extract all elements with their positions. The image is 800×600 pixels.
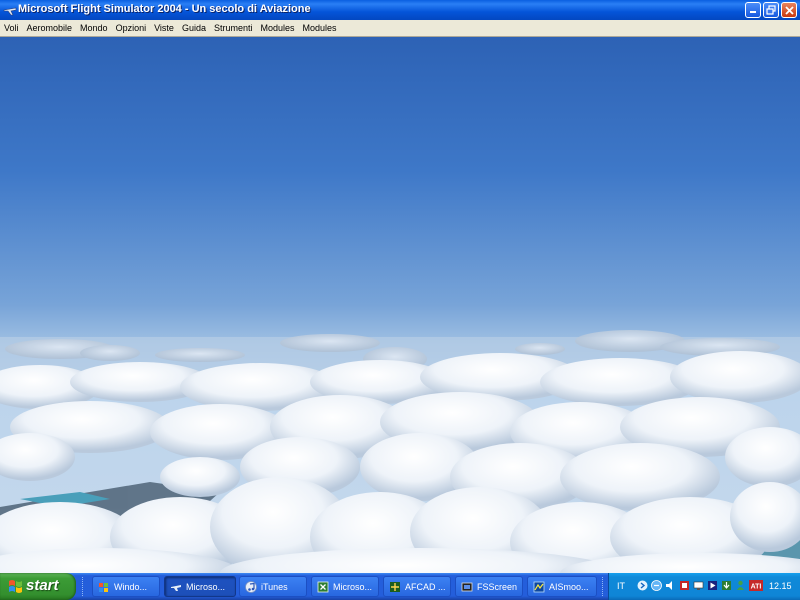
task-fsscreen[interactable]: FSScreen (455, 576, 523, 597)
update-icon[interactable] (721, 580, 732, 591)
taskbar-separator (82, 577, 85, 596)
start-label: start (26, 577, 59, 594)
flight-viewport[interactable] (0, 37, 800, 573)
task-excel[interactable]: Microso... (311, 576, 379, 597)
flight-simulator-icon (171, 584, 181, 591)
menu-modules-1[interactable]: Modules (257, 20, 299, 36)
menu-strumenti[interactable]: Strumenti (210, 20, 257, 36)
messenger-icon[interactable] (735, 580, 746, 591)
speaker-icon[interactable] (665, 580, 676, 591)
itunes-icon (245, 580, 257, 593)
minimize-icon (750, 11, 756, 13)
ati-icon[interactable]: ATI (749, 580, 763, 591)
menu-aeromobile[interactable]: Aeromobile (23, 20, 77, 36)
restore-button[interactable] (763, 2, 779, 18)
afcad-icon (390, 581, 400, 592)
flight-simulator-app-icon[interactable] (3, 3, 17, 17)
aismooth-icon (533, 581, 545, 592)
windows-explorer-icon (99, 582, 108, 592)
task-itunes[interactable]: iTunes (239, 576, 307, 597)
display-icon[interactable] (693, 580, 704, 591)
taskbar-separator (602, 577, 605, 596)
menu-mondo[interactable]: Mondo (76, 20, 112, 36)
task-aismooth[interactable]: AISmoo... (527, 576, 597, 597)
fsscreen-icon (461, 582, 473, 591)
window-title: Microsoft Flight Simulator 2004 - Un sec… (18, 3, 311, 15)
close-icon (784, 5, 794, 15)
minimize-button[interactable] (745, 2, 761, 18)
language-indicator[interactable]: IT (617, 581, 625, 591)
task-windows-explorer[interactable]: Windo... (92, 576, 160, 597)
title-bar: Microsoft Flight Simulator 2004 - Un sec… (0, 0, 800, 20)
menu-bar: Voli Aeromobile Mondo Opzioni Viste Guid… (0, 20, 800, 37)
task-afcad[interactable]: AFCAD ... (383, 576, 451, 597)
system-tray: IT ATI 12.15 (608, 573, 800, 600)
close-button[interactable] (781, 2, 797, 18)
windows-logo-icon (9, 580, 22, 593)
menu-opzioni[interactable]: Opzioni (112, 20, 151, 36)
svg-text:ATI: ATI (751, 584, 762, 591)
security-icon[interactable] (679, 580, 690, 591)
menu-guida[interactable]: Guida (178, 20, 210, 36)
clock[interactable]: 12.15 (769, 581, 792, 591)
network-icon[interactable] (651, 580, 662, 591)
task-flight-simulator[interactable]: Microso... (164, 576, 236, 597)
excel-icon (317, 581, 329, 592)
start-button[interactable]: start (0, 573, 76, 600)
menu-modules-2[interactable]: Modules (299, 20, 341, 36)
menu-viste[interactable]: Viste (150, 20, 178, 36)
tray-chevron-icon[interactable] (637, 580, 648, 591)
media-player-icon[interactable] (707, 580, 718, 591)
restore-icon (766, 5, 776, 15)
sky-scene (0, 37, 800, 573)
menu-voli[interactable]: Voli (0, 20, 23, 36)
taskbar: start Windo... Microso... iTunes Microso… (0, 573, 800, 600)
